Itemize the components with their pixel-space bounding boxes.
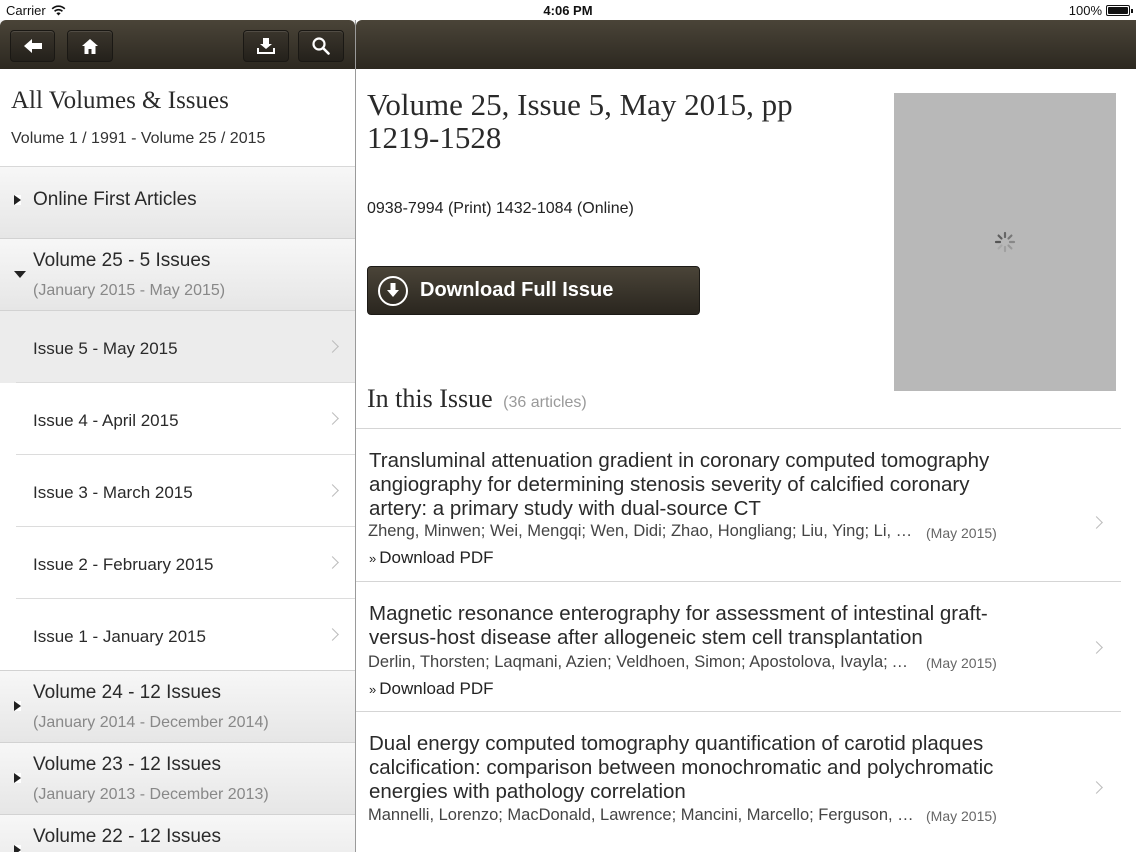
issue-row-3[interactable]: Issue 3 - March 2015 [0,455,355,527]
issue-label: Issue 1 - January 2015 [33,627,206,646]
detail-toolbar [356,20,1136,69]
download-pdf-label: Download PDF [379,679,494,698]
volume-title: Volume 25 - 5 Issues [33,250,211,271]
back-arrow-icon [23,39,42,53]
download-pdf-link[interactable]: » Download PDF [369,679,494,699]
home-button[interactable] [67,30,113,62]
battery-indicator: 100% [1068,3,1133,18]
disclosure-collapsed-icon [14,195,21,205]
chevron-right-icon [1090,781,1103,794]
article-authors: Derlin, Thorsten; Laqmani, Azien; Veldho… [368,653,916,671]
back-button[interactable] [10,30,55,62]
status-bar: Carrier 4:06 PM 100% [0,0,1136,20]
issue-label: Issue 3 - March 2015 [33,483,193,502]
chevron-right-icon [326,484,339,497]
library-header: All Volumes & Issues Volume 1 / 1991 - V… [0,69,355,167]
volume-title: Volume 22 - 12 Issues [33,826,221,847]
chevron-right-icon [326,556,339,569]
downloads-button[interactable] [243,30,289,62]
issn-text: 0938-7994 (Print) 1432-1084 (Online) [367,200,634,217]
volume-row-23[interactable]: Volume 23 - 12 Issues (January 2013 - De… [0,743,355,815]
disclosure-collapsed-icon [14,773,21,783]
chevron-right-icon [1090,641,1103,654]
volume-range: (January 2015 - May 2015) [33,282,226,299]
issue-detail: Volume 25, Issue 5, May 2015, pp 1219-15… [356,20,1136,852]
chevron-right-icon [326,340,339,353]
issue-row-1[interactable]: Issue 1 - January 2015 [0,599,355,671]
disclosure-expanded-icon [14,271,26,278]
issue-row-2[interactable]: Issue 2 - February 2015 [0,527,355,599]
home-icon [82,38,98,54]
issue-row-5[interactable]: Issue 5 - May 2015 [0,311,355,383]
article-count: (36 articles) [503,394,587,411]
search-icon [312,37,330,55]
double-chevron-icon: » [369,682,377,697]
in-this-issue-label: In this Issue [367,384,493,413]
volume-title: Volume 23 - 12 Issues [33,754,221,775]
article-title: Transluminal attenuation gradient in cor… [369,449,990,520]
article-authors: Mannelli, Lorenzo; MacDonald, Lawrence; … [368,806,916,824]
battery-icon [1106,5,1133,16]
volume-range: (January 2014 - December 2014) [33,714,269,731]
article-title: Magnetic resonance enterography for asse… [369,602,988,649]
article-row[interactable]: Dual energy computed tomography quantifi… [356,713,1121,852]
in-this-issue-heading: In this Issue (36 articles) [367,384,587,414]
article-title: Dual energy computed tomography quantifi… [369,732,994,803]
volume-title: Volume 24 - 12 Issues [33,682,221,703]
sidebar-toolbar [0,20,355,69]
online-first-row[interactable]: Online First Articles [0,167,355,239]
article-date: (May 2015) [926,655,997,671]
library-range: Volume 1 / 1991 - Volume 25 / 2015 [11,130,266,147]
library-title: All Volumes & Issues [11,87,229,114]
download-pdf-label: Download PDF [379,548,494,567]
issue-row-4[interactable]: Issue 4 - April 2015 [0,383,355,455]
volume-range: (January 2013 - December 2013) [33,786,269,803]
issue-label: Issue 2 - February 2015 [33,555,214,574]
clock: 4:06 PM [543,3,593,18]
issue-label: Issue 4 - April 2015 [33,411,179,430]
loading-spinner-icon [994,231,1016,253]
download-pdf-link[interactable]: » Download PDF [369,548,494,568]
article-row[interactable]: Transluminal attenuation gradient in cor… [356,429,1121,582]
disclosure-collapsed-icon [14,845,21,852]
volume-row-25[interactable]: Volume 25 - 5 Issues (January 2015 - May… [0,239,355,311]
volume-row-24[interactable]: Volume 24 - 12 Issues (January 2014 - De… [0,671,355,743]
online-first-label: Online First Articles [33,189,197,210]
article-date: (May 2015) [926,808,997,824]
double-chevron-icon: » [369,551,377,566]
download-tray-icon [257,38,275,54]
volume-row-22[interactable]: Volume 22 - 12 Issues [0,815,355,852]
article-row[interactable]: Magnetic resonance enterography for asse… [356,583,1121,712]
chevron-right-icon [326,412,339,425]
search-button[interactable] [298,30,344,62]
issue-title: Volume 25, Issue 5, May 2015, pp 1219-15… [367,87,793,155]
article-date: (May 2015) [926,525,997,541]
download-circle-icon [378,275,408,306]
chevron-right-icon [326,628,339,641]
disclosure-collapsed-icon [14,701,21,711]
issue-cover-image [894,93,1116,391]
issue-label: Issue 5 - May 2015 [33,339,178,358]
download-full-issue-label: Download Full Issue [420,279,614,301]
download-full-issue-button[interactable]: Download Full Issue [367,266,700,315]
article-authors: Zheng, Minwen; Wei, Mengqi; Wen, Didi; Z… [368,522,916,540]
chevron-right-icon [1090,516,1103,529]
battery-percent: 100% [1068,3,1102,18]
library-sidebar: All Volumes & Issues Volume 1 / 1991 - V… [0,20,355,852]
